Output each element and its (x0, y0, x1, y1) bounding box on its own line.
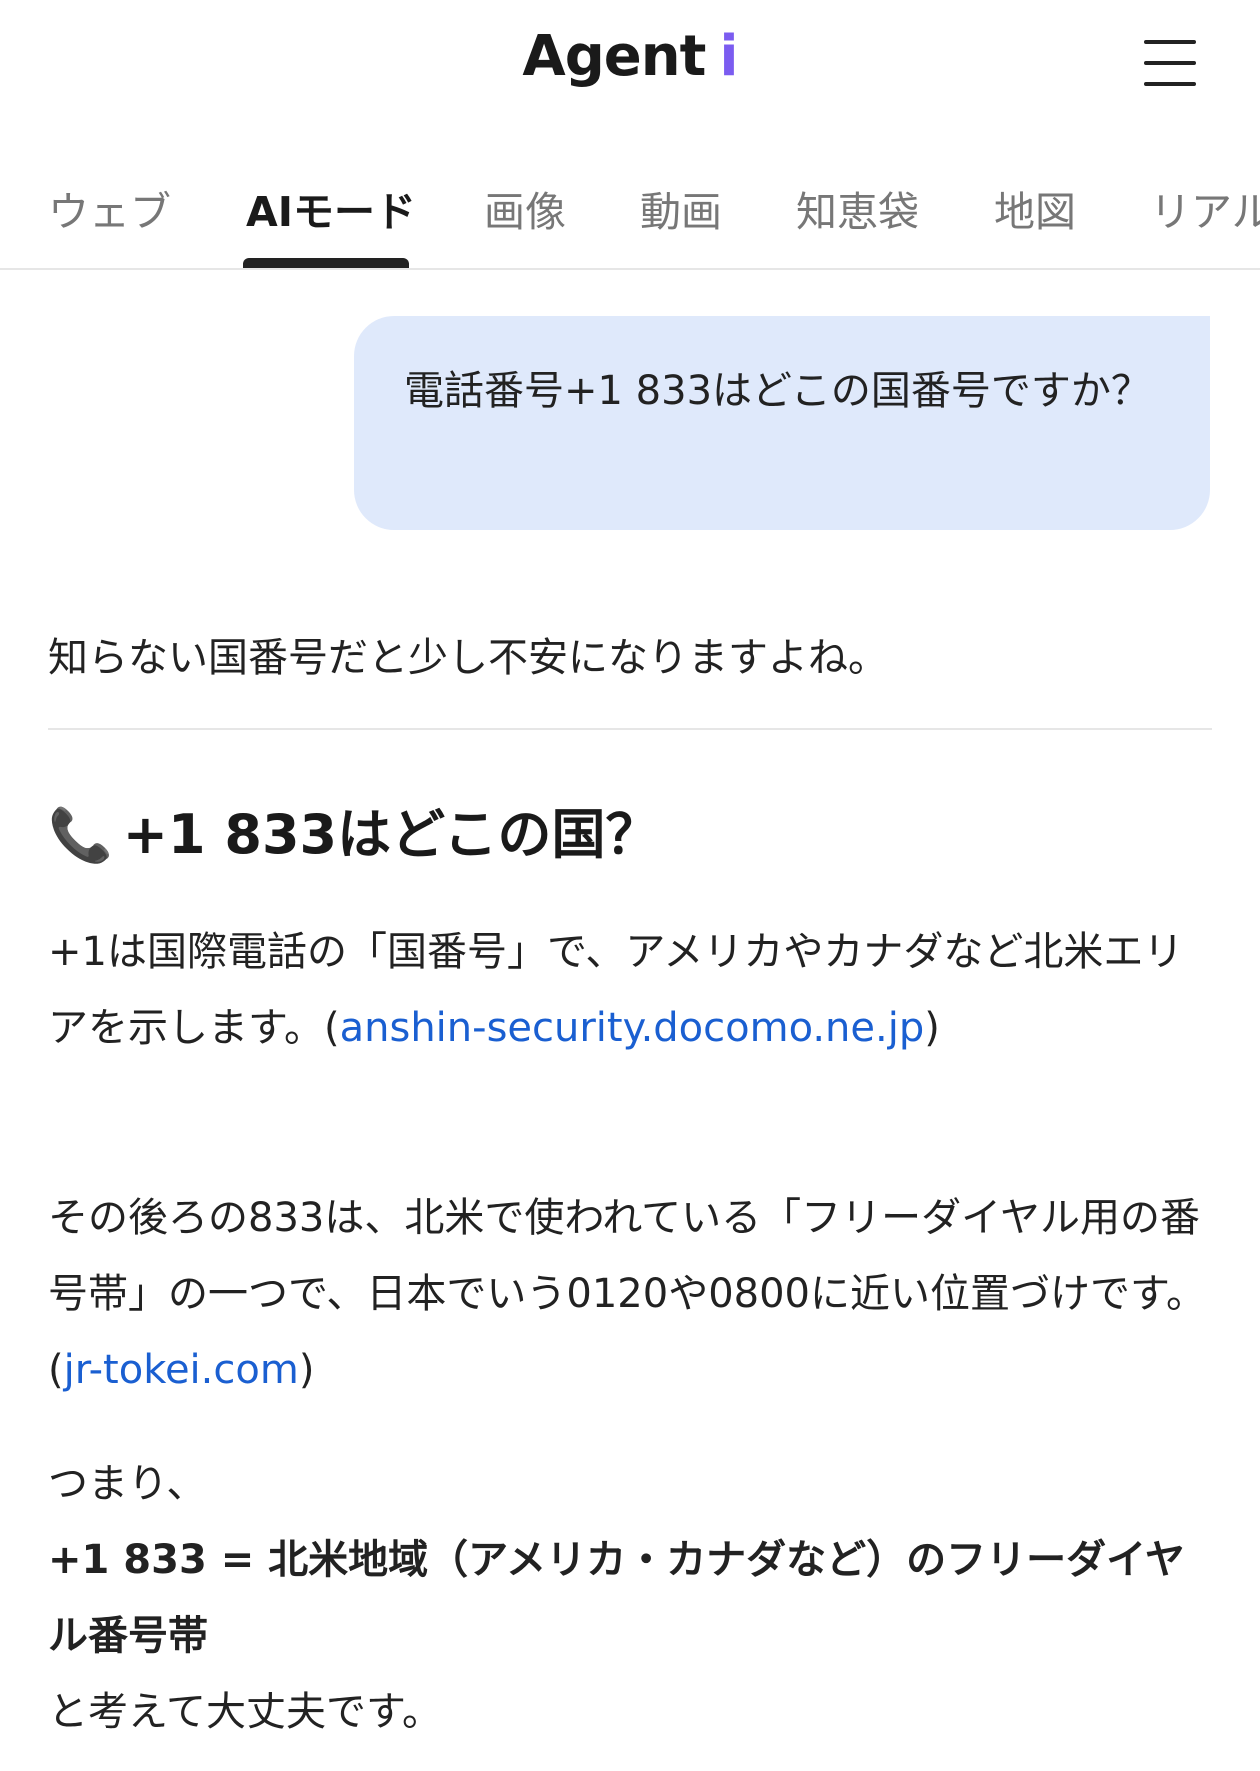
paragraph-3-tail: と考えて大丈夫です。 (48, 1689, 442, 1735)
tab-real[interactable]: リアル (1150, 178, 1260, 238)
tab-web[interactable]: ウェブ (48, 178, 171, 238)
answer-intro: 知らない国番号だと少し不安になりますよね。 (48, 635, 888, 681)
paragraph-3-emphasis: +1 833 = 北米地域（アメリカ・カナダなど）のフリーダイヤル番号帯 (48, 1537, 1185, 1659)
active-tab-indicator (243, 258, 409, 268)
logo-accent: i (719, 24, 738, 89)
app-header: Agent i (0, 0, 1260, 130)
paragraph-3: つまり、 +1 833 = 北米地域（アメリカ・カナダなど）のフリーダイヤル番号… (48, 1446, 1218, 1750)
tab-images[interactable]: 画像 (484, 178, 566, 238)
paragraph-3-lead: つまり、 (48, 1461, 207, 1507)
app-logo[interactable]: Agent i (0, 24, 1260, 89)
tab-ai-mode[interactable]: AIモード (246, 178, 416, 238)
heading-text: +1 833はどこの国？ (122, 803, 660, 866)
phone-icon: 📞 (48, 806, 113, 866)
tab-maps[interactable]: 地図 (994, 178, 1076, 238)
logo-text: Agent (522, 24, 706, 89)
tab-videos[interactable]: 動画 (640, 178, 722, 238)
tab-chiebukuro[interactable]: 知恵袋 (796, 178, 919, 238)
paragraph-2-text: その後ろの833は、北米で使われている「フリーダイヤル用の番号帯」の一つで、日本… (48, 1195, 1206, 1317)
paragraph-2: その後ろの833は、北米で使われている「フリーダイヤル用の番号帯」の一つで、日本… (48, 1195, 1206, 1393)
paragraph-1: +1は国際電話の「国番号」で、アメリカやカナダなど北米エリアを示します。(ans… (48, 929, 1184, 1051)
hamburger-icon[interactable] (1144, 38, 1196, 88)
user-query-bubble: 電話番号+1 833はどこの国番号ですか？ (354, 316, 1210, 530)
answer-heading: 📞 +1 833はどこの国？ (48, 790, 659, 869)
source-link-jr-tokei[interactable]: jr-tokei.com (64, 1347, 299, 1393)
divider (48, 728, 1212, 730)
source-link-docomo[interactable]: anshin-security.docomo.ne.jp (340, 1005, 925, 1051)
search-tabs: ウェブ AIモード 画像 動画 知恵袋 地図 リアル (0, 150, 1260, 270)
